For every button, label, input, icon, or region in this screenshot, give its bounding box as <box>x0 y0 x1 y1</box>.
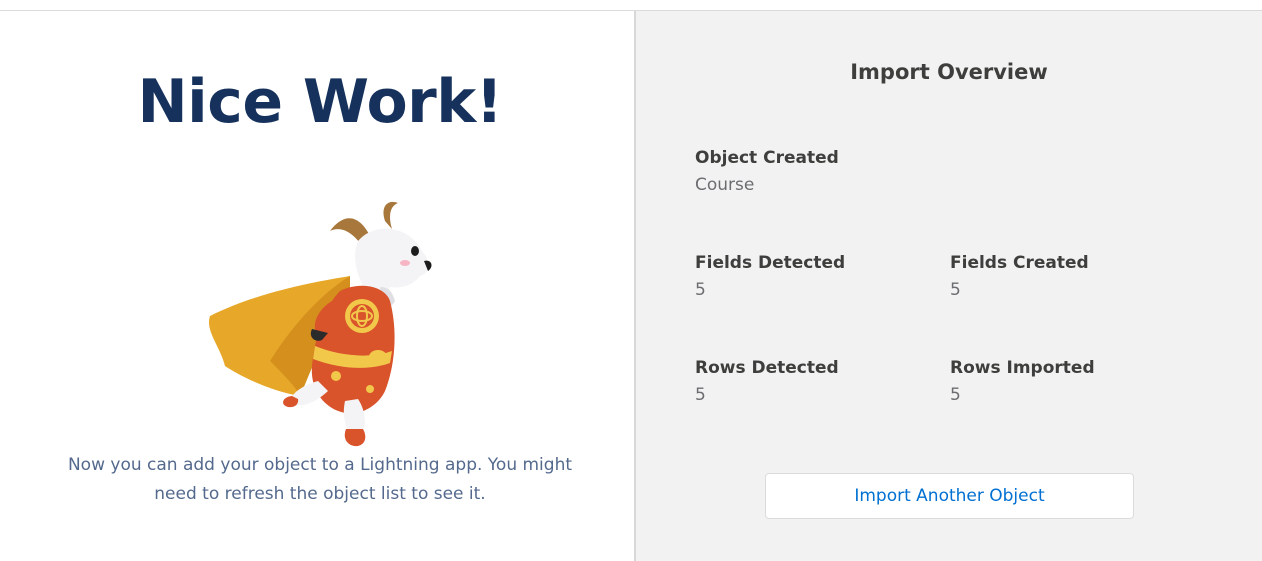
stat-value: Course <box>695 175 755 195</box>
stat-label: Object Created <box>695 148 839 168</box>
success-message-line-1: Now you can add your object to a Lightni… <box>67 455 573 475</box>
import-overview-panel: Import Overview Object Created Course Fi… <box>636 11 1262 561</box>
import-overview-title: Import Overview <box>850 60 1048 84</box>
stat-value: 5 <box>950 385 961 405</box>
stat-value: 5 <box>695 280 706 300</box>
stat-rows-imported: Rows Imported 5 <box>950 358 1095 405</box>
stat-fields-created: Fields Created 5 <box>950 253 1089 300</box>
stat-value: 5 <box>950 280 961 300</box>
goat-mascot-illustration <box>208 201 432 447</box>
success-panel: Nice Work! Now you can add your object t… <box>0 11 634 561</box>
stat-label: Rows Detected <box>695 358 839 378</box>
stat-fields-detected: Fields Detected 5 <box>695 253 845 300</box>
stat-value: 5 <box>695 385 706 405</box>
stat-object-created: Object Created Course <box>695 148 839 195</box>
success-headline: Nice Work! <box>137 67 503 137</box>
stat-label: Fields Detected <box>695 253 846 273</box>
stat-label: Rows Imported <box>950 358 1095 378</box>
success-message: Now you can add your object to a Lightni… <box>20 451 620 509</box>
stat-rows-detected: Rows Detected 5 <box>695 358 839 405</box>
success-message-line-2: need to refresh the object list to see i… <box>154 484 486 504</box>
import-another-object-button[interactable]: Import Another Object <box>765 473 1134 519</box>
stat-label: Fields Created <box>950 253 1089 273</box>
